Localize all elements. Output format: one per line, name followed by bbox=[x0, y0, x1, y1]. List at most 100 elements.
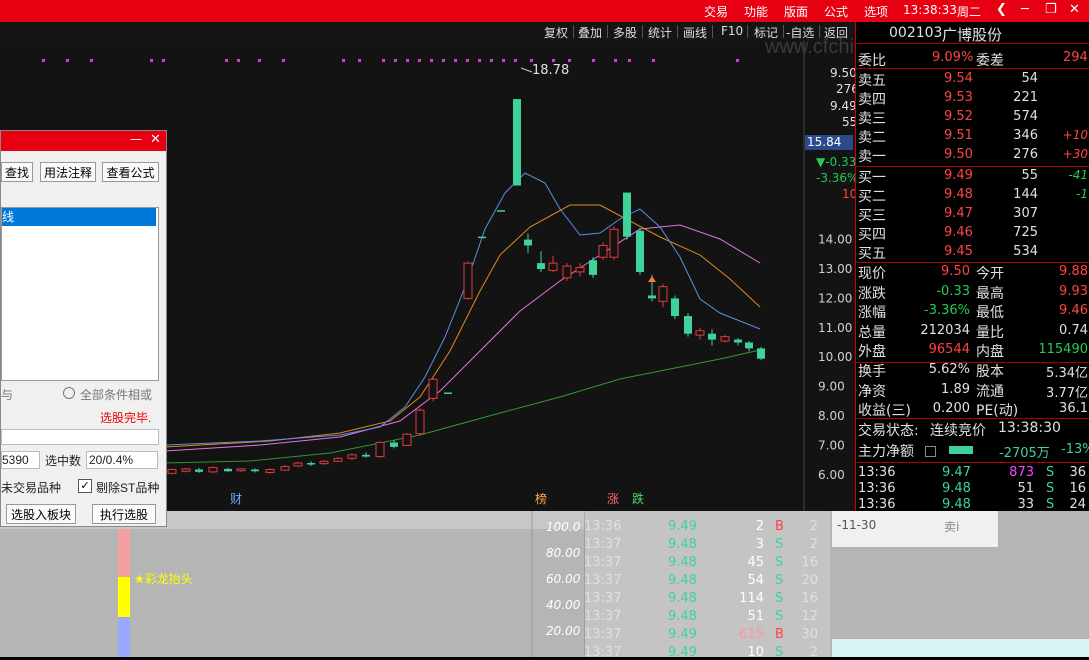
radio-or-label[interactable]: 全部条件相或 bbox=[80, 386, 152, 403]
book-level-label: 卖五 bbox=[858, 73, 886, 89]
main-flow-value: -2705万 bbox=[999, 446, 1050, 461]
weibi-label: 委比 bbox=[858, 53, 886, 69]
menu-formula[interactable]: 公式 bbox=[824, 3, 848, 20]
tick-price: 9.48 bbox=[668, 555, 697, 570]
high-annotation-line bbox=[520, 67, 533, 73]
toolbar-multi[interactable]: 多股 bbox=[613, 24, 637, 41]
candle bbox=[671, 295, 679, 319]
marker-rise[interactable]: 涨 bbox=[607, 490, 619, 507]
tick-time: 13:37 bbox=[584, 645, 622, 660]
fundamental-value: 3.77亿 bbox=[1046, 385, 1088, 401]
restore-icon[interactable]: ❐ bbox=[1045, 2, 1057, 17]
tick-volume: 10 bbox=[747, 645, 764, 660]
checkbox-exclude-st[interactable]: ✓ bbox=[78, 479, 92, 493]
quote-label: 量比 bbox=[976, 324, 1004, 341]
tick-price: 9.48 bbox=[668, 573, 697, 588]
radio-or[interactable] bbox=[63, 387, 75, 399]
toolbar-stats[interactable]: 统计 bbox=[648, 24, 672, 41]
minimize-icon[interactable]: — bbox=[130, 132, 142, 146]
quote-value: 9.93 bbox=[1059, 283, 1088, 299]
menu-layout[interactable]: 版面 bbox=[784, 3, 808, 20]
tick-price: 9.49 bbox=[668, 645, 697, 660]
book-level-label: 买二 bbox=[858, 189, 886, 205]
usage-notes-button[interactable]: 用法注释 bbox=[40, 162, 96, 182]
condition-list[interactable]: 线 bbox=[1, 207, 159, 381]
tick-count: 2 bbox=[809, 645, 818, 660]
fundamental-label: 收益(三) bbox=[858, 403, 911, 419]
back-arrow-icon[interactable]: ❮ bbox=[996, 2, 1007, 17]
quote-value: -0.33 bbox=[936, 283, 970, 299]
close-icon[interactable]: ✕ bbox=[150, 132, 161, 147]
radio-and-label[interactable]: 与 bbox=[1, 386, 13, 403]
no-trade-option[interactable]: 未交易品种 bbox=[1, 479, 61, 496]
toolbar-f10[interactable]: F10 bbox=[721, 24, 743, 38]
candle bbox=[734, 338, 742, 346]
ma-line-3 bbox=[164, 172, 761, 446]
candle bbox=[319, 460, 329, 465]
toolbar-overlay[interactable]: 叠加 bbox=[578, 24, 602, 41]
book-level-price: 9.47 bbox=[944, 206, 973, 221]
menu-trade[interactable]: 交易 bbox=[704, 3, 728, 20]
view-formula-button[interactable]: 查看公式 bbox=[102, 162, 159, 182]
menu-options[interactable]: 选项 bbox=[864, 3, 888, 20]
run-screen-button[interactable]: 执行选股 bbox=[92, 504, 156, 524]
fundamental-label: 净资 bbox=[858, 383, 886, 400]
divider bbox=[856, 166, 1089, 167]
find-button[interactable]: 查找 bbox=[1, 162, 33, 182]
close-icon[interactable]: ✕ bbox=[1069, 2, 1080, 17]
clock-time: 13:38:33 bbox=[903, 3, 957, 17]
marker-fall[interactable]: 跌 bbox=[632, 490, 644, 507]
signal-dot bbox=[736, 59, 739, 62]
tick-volume: 873 bbox=[1009, 465, 1034, 480]
change-percent: -3.36% bbox=[816, 171, 859, 185]
tick-count: 20 bbox=[801, 573, 818, 588]
tick-volume: 114 bbox=[739, 591, 764, 606]
tick-count: 12 bbox=[801, 609, 818, 624]
signal-dot bbox=[225, 59, 228, 62]
toolbar-divider bbox=[642, 25, 643, 38]
tick-price: 9.49 bbox=[668, 519, 697, 534]
quote-label: 最高 bbox=[976, 285, 1004, 302]
book-level-label: 买四 bbox=[858, 227, 886, 243]
stock-screener-dialog: — ✕ 查找 用法注释 查看公式 线 与 全部条件相或 选股完毕. 5390 选… bbox=[0, 130, 167, 527]
toolbar-adjust[interactable]: 复权 bbox=[544, 24, 568, 41]
signal-dot bbox=[652, 59, 655, 62]
add-to-block-button[interactable]: 选股入板块 bbox=[6, 504, 76, 524]
marker-finance[interactable]: 财 bbox=[230, 490, 242, 507]
signal-dot bbox=[418, 59, 421, 62]
book-level-label: 卖一 bbox=[858, 149, 886, 165]
menu-function[interactable]: 功能 bbox=[744, 3, 768, 20]
scale-label: 80.00 bbox=[546, 546, 581, 560]
minimize-icon[interactable]: ─ bbox=[1021, 2, 1029, 17]
signal-dot bbox=[490, 59, 493, 62]
quote-label: 涨跌 bbox=[858, 285, 886, 302]
candle bbox=[208, 466, 218, 474]
fundamental-label: PE(动) bbox=[976, 403, 1019, 419]
toolbar-draw[interactable]: 画线 bbox=[683, 24, 707, 41]
quote-value: 212034 bbox=[920, 322, 970, 338]
dialog-titlebar[interactable]: — ✕ bbox=[1, 131, 166, 151]
tick-time: 13:36 bbox=[584, 519, 622, 534]
condition-item-selected[interactable]: 线 bbox=[2, 208, 156, 226]
indicator-label: ★彩龙抬头 bbox=[134, 572, 193, 586]
quote-panel: 002103 广博股份 委比 9.09% 委差 294 卖五 9.54 54 卖四 9.… bbox=[855, 22, 1089, 512]
exclude-st-label[interactable]: 剔除ST品种 bbox=[96, 479, 159, 496]
change-value: ▼-0.33 bbox=[816, 155, 857, 169]
quote-value: 9.46 bbox=[1059, 303, 1088, 318]
menu-icon[interactable] bbox=[925, 446, 936, 457]
fundamental-value: 1.89 bbox=[941, 381, 970, 397]
tick-time: 13:37 bbox=[584, 573, 622, 588]
tick-volume: 615 bbox=[739, 627, 764, 642]
divider bbox=[856, 68, 1089, 69]
quote-label: 外盘 bbox=[858, 344, 886, 360]
toolbar-divider bbox=[747, 25, 748, 38]
price-axis: 14.00 13.00 12.00 11.00 10.00 9.00 8.00 7.00 6.0… bbox=[818, 233, 852, 482]
tick-side: S bbox=[775, 537, 784, 552]
partial-label: 卖i bbox=[944, 520, 960, 534]
marker-list[interactable]: 榜 bbox=[535, 490, 547, 507]
signal-dot bbox=[628, 59, 631, 62]
quote-value: 9.50 bbox=[941, 264, 970, 279]
fundamental-value: 36.1 bbox=[1059, 401, 1088, 416]
trade-status-label: 交易状态: bbox=[858, 423, 919, 439]
tick-volume: 51 bbox=[1017, 481, 1034, 496]
